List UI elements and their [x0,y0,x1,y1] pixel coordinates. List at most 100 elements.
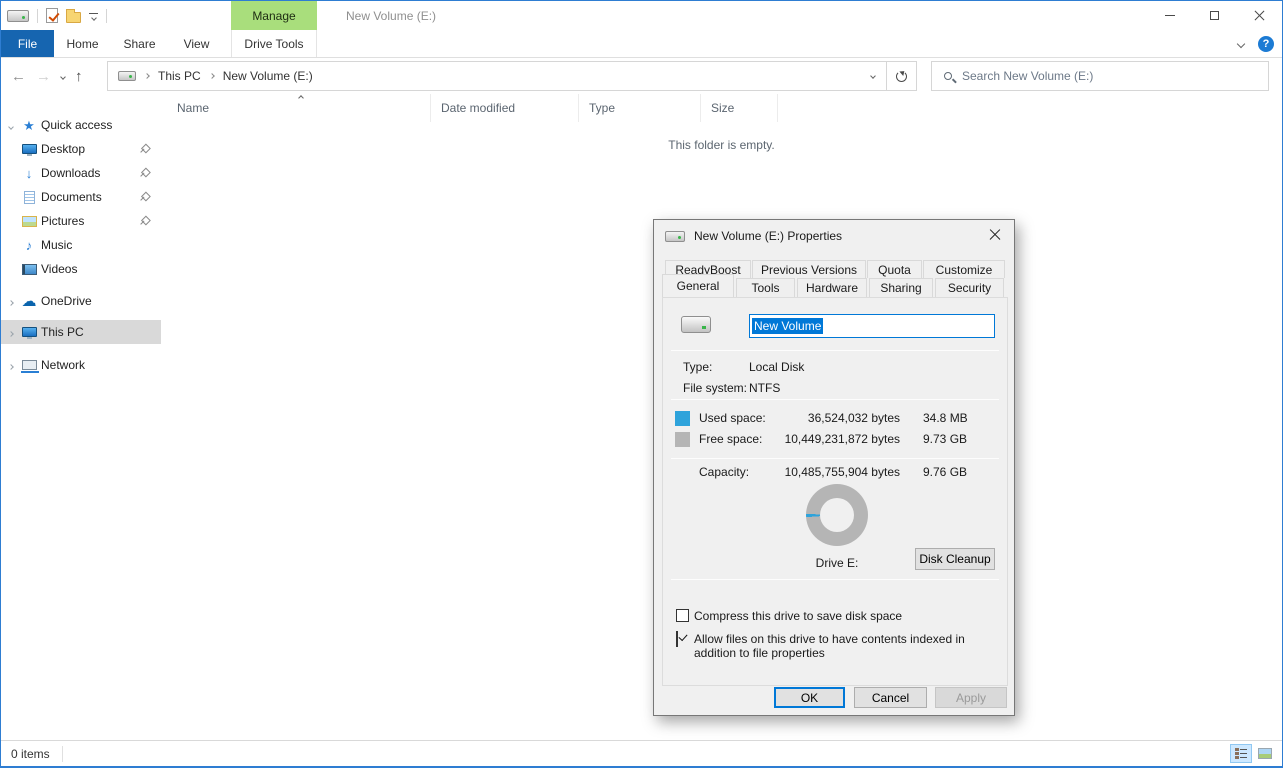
back-button[interactable]: ← [11,69,26,84]
close-icon [1254,10,1265,21]
properties-icon[interactable] [46,8,58,23]
status-bar: 0 items [1,740,1282,766]
address-bar[interactable]: This PC New Volume (E:) [107,61,917,91]
tab-share[interactable]: Share [111,30,168,57]
type-value: Local Disk [749,360,804,374]
customize-quick-access-icon[interactable] [89,11,98,20]
close-button[interactable] [1237,1,1282,30]
sidebar-item-quick-access[interactable]: ★ Quick access [1,113,161,137]
dialog-tabs-front-row: General Tools Hardware Sharing Security [662,278,1006,297]
videos-icon [22,264,37,275]
chevron-right-icon[interactable] [8,331,14,337]
details-view-button[interactable] [1230,744,1252,763]
tab-security[interactable]: Security [935,278,1004,297]
refresh-button[interactable] [886,62,916,90]
tab-view[interactable]: View [168,30,225,57]
address-dropdown-button[interactable] [860,74,886,78]
sidebar-item-network[interactable]: Network [1,353,161,377]
breadcrumb-this-pc[interactable]: This PC [158,69,201,83]
tab-file[interactable]: File [1,30,54,57]
chevron-right-icon[interactable] [209,73,215,79]
column-header-size[interactable]: Size [701,94,778,122]
sidebar-item-music[interactable]: ♪ Music [1,233,161,257]
sidebar-item-pictures[interactable]: Pictures [1,209,161,233]
search-placeholder: Search New Volume (E:) [962,69,1093,83]
sidebar-item-documents[interactable]: Documents [1,185,161,209]
index-checkbox[interactable] [676,631,678,647]
used-space-size: 34.8 MB [923,411,968,425]
address-row: ← → ↑ This PC New Volume (E:) Search New… [1,59,1282,94]
search-icon [944,72,952,80]
chevron-right-icon[interactable] [144,73,150,79]
network-icon [22,360,37,370]
items-count: 0 items [1,747,50,761]
general-tab-page: New Volume Type: Local Disk File system:… [662,297,1008,686]
chevron-down-icon[interactable] [8,124,14,130]
chevron-right-icon[interactable] [8,300,14,306]
capacity-bytes: 10,485,755,904 bytes [763,465,900,479]
free-space-size: 9.73 GB [923,432,967,446]
new-folder-icon[interactable] [66,12,81,23]
expand-ribbon-icon[interactable] [1237,40,1245,48]
details-view-icon [1235,748,1247,759]
chevron-right-icon[interactable] [8,364,14,370]
empty-folder-message: This folder is empty. [161,138,1282,152]
divider [671,399,999,400]
dialog-close-button[interactable] [976,220,1014,250]
view-toggles [1230,744,1276,763]
used-space-swatch [675,411,690,426]
index-checkbox-label[interactable]: Allow files on this drive to have conten… [694,632,1000,660]
onedrive-icon: ☁ [22,294,37,309]
window-title: New Volume (E:) [346,1,436,30]
sidebar-item-desktop[interactable]: Desktop [1,137,161,161]
ribbon-right-controls: ? [1238,30,1274,58]
minimize-button[interactable] [1147,1,1192,30]
refresh-icon [896,71,907,82]
divider [671,350,999,351]
close-icon [989,229,1001,241]
disk-cleanup-button[interactable]: Disk Cleanup [915,548,995,570]
column-header-date-modified[interactable]: Date modified [431,94,579,122]
column-header-name[interactable]: Name [161,94,431,122]
maximize-button[interactable] [1192,1,1237,30]
selected-text: New Volume [752,318,823,334]
thumbnails-view-icon [1258,748,1272,759]
maximize-icon [1210,11,1219,20]
tab-customize[interactable]: Customize [923,260,1005,278]
volume-name-input[interactable]: New Volume [749,314,995,338]
history-dropdown-icon[interactable] [60,74,66,80]
divider [671,458,999,459]
manage-contextual-label[interactable]: Manage [231,1,317,30]
column-header-type[interactable]: Type [579,94,701,122]
tab-tools[interactable]: Tools [736,278,795,297]
forward-button[interactable]: → [36,69,51,84]
sidebar-item-downloads[interactable]: ↓ Downloads [1,161,161,185]
thumbnails-view-button[interactable] [1254,744,1276,763]
compress-checkbox-label[interactable]: Compress this drive to save disk space [694,609,902,623]
up-button[interactable]: ↑ [75,69,83,84]
tab-drive-tools[interactable]: Drive Tools [231,30,317,57]
desktop-icon [22,144,37,154]
tab-hardware[interactable]: Hardware [797,278,867,297]
tab-sharing[interactable]: Sharing [869,278,933,297]
sidebar-item-this-pc[interactable]: This PC [1,320,161,344]
drive-icon[interactable] [118,71,136,81]
explorer-window: Manage New Volume (E:) File Home Share V… [0,0,1283,768]
ok-button[interactable]: OK [774,687,845,708]
breadcrumb-current[interactable]: New Volume (E:) [223,69,313,83]
compress-checkbox[interactable] [676,609,689,622]
tab-quota[interactable]: Quota [867,260,922,278]
tab-home[interactable]: Home [54,30,111,57]
tab-previous-versions[interactable]: Previous Versions [752,260,866,278]
tab-general[interactable]: General [662,274,734,297]
sidebar-item-onedrive[interactable]: ☁ OneDrive [1,289,161,313]
cancel-button[interactable]: Cancel [854,687,927,708]
sidebar-item-videos[interactable]: Videos [1,257,161,281]
divider [671,579,999,580]
navigation-arrows: ← → ↑ [11,59,83,94]
this-pc-icon [22,327,37,337]
apply-button[interactable]: Apply [935,687,1007,708]
help-icon[interactable]: ? [1258,36,1274,52]
window-drive-icon [7,10,29,22]
search-input[interactable]: Search New Volume (E:) [931,61,1269,91]
